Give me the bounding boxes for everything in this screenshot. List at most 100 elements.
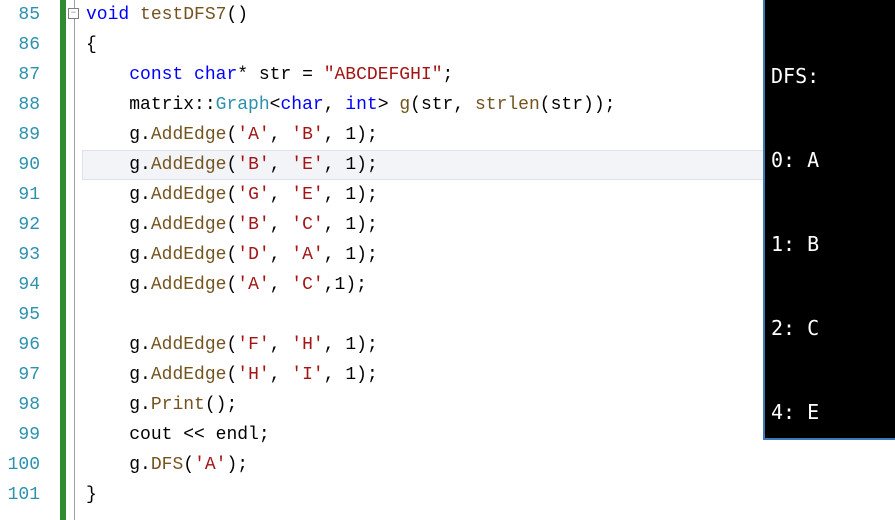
dot: . [140,245,151,265]
paren-open: ( [226,365,237,385]
keyword-char: char [194,65,237,85]
paren-open: ( [226,125,237,145]
paren-close: ) [356,215,367,235]
dot: . [140,335,151,355]
arg: str [421,95,453,115]
line-number: 97 [0,360,40,390]
char-literal: 'H' [237,365,269,385]
fold-collapse-icon[interactable]: − [68,8,79,19]
line-number: 94 [0,270,40,300]
comma: , [270,245,292,265]
object: g [129,215,140,235]
object: g [129,365,140,385]
object: g [129,335,140,355]
keyword-char: char [280,95,323,115]
console-line: 0: A [771,146,891,174]
line-number: 92 [0,210,40,240]
semicolon: ; [605,95,616,115]
object: g [129,125,140,145]
paren-close: ) [226,455,237,475]
identifier-endl: endl [216,425,259,445]
comma: , [324,245,346,265]
string-literal: "ABCDEFGHI" [324,65,443,85]
equals: = [291,65,323,85]
object: g [129,245,140,265]
semicolon: ; [259,425,270,445]
method-call: AddEdge [151,125,227,145]
keyword-int: int [345,95,377,115]
paren-open: ( [205,395,216,415]
dot: . [140,155,151,175]
line-number: 87 [0,60,40,90]
paren-open: ( [226,275,237,295]
line-number: 85 [0,0,40,30]
char-literal: 'B' [237,155,269,175]
paren: () [226,5,248,25]
console-line: 2: C [771,314,891,342]
number-literal: 1 [345,155,356,175]
line-number: 101 [0,480,40,510]
function-call: strlen [475,95,540,115]
method-call: AddEdge [151,365,227,385]
function-name: testDFS7 [140,5,226,25]
angle-close: > [378,95,389,115]
code-line[interactable]: } [82,480,895,510]
line-number: 90 [0,150,40,180]
change-marker-strip [50,0,68,520]
char-literal: 'A' [237,125,269,145]
line-number: 89 [0,120,40,150]
line-number: 95 [0,300,40,330]
char-literal: 'E' [291,185,323,205]
comma: , [324,125,346,145]
scope-sep: :: [194,95,216,115]
console-output-window[interactable]: DFS: 0: A 1: B 2: C 4: E 6: G 3: D 5: F … [763,0,895,440]
dot: . [140,215,151,235]
close-brace: } [86,485,97,505]
char-literal: 'E' [291,155,323,175]
char-literal: 'A' [237,275,269,295]
paren-close: ) [356,365,367,385]
comma: , [270,365,292,385]
comma: , [270,215,292,235]
paren-open: ( [226,335,237,355]
object-name: g [399,95,410,115]
object: g [129,155,140,175]
semicolon: ; [367,155,378,175]
dot: . [140,365,151,385]
comma: , [270,125,292,145]
semicolon: ; [443,65,454,85]
number-literal: 1 [345,335,356,355]
paren-close: ) [356,245,367,265]
object: g [129,395,140,415]
comma: , [270,275,292,295]
identifier: str [259,65,291,85]
dot: . [140,395,151,415]
open-brace: { [86,35,97,55]
number-literal: 1 [345,245,356,265]
semicolon: ; [367,185,378,205]
line-number: 86 [0,30,40,60]
line-number: 100 [0,450,40,480]
line-number: 88 [0,90,40,120]
method-call: Print [151,395,205,415]
paren-open: ( [540,95,551,115]
line-number: 99 [0,420,40,450]
char-literal: 'B' [291,125,323,145]
console-line: 4: E [771,398,891,426]
arg: str [551,95,583,115]
number-literal: 1 [335,275,346,295]
paren-close: ) [356,185,367,205]
object: g [129,275,140,295]
paren-open: ( [183,455,194,475]
number-literal: 1 [345,365,356,385]
semicolon: ; [367,335,378,355]
code-line[interactable]: g.DFS('A'); [82,450,895,480]
angle-open: < [270,95,281,115]
char-literal: 'C' [291,215,323,235]
comma: , [270,185,292,205]
number-literal: 1 [345,185,356,205]
paren-close: ) [345,275,356,295]
object: g [129,455,140,475]
paren-close: ) [356,155,367,175]
comma: , [324,335,346,355]
